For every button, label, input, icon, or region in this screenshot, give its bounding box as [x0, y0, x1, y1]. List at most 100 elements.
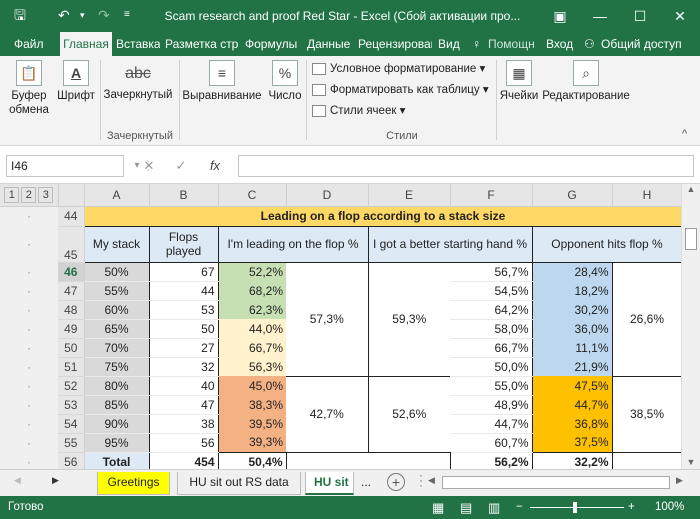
tab-data[interactable]: Данные: [307, 32, 353, 56]
cell-my-stack[interactable]: 90%: [83, 414, 150, 434]
sheet-tab-hu-sit-out[interactable]: HU sit out RS data: [177, 472, 301, 495]
cell-leading[interactable]: 39,5%: [218, 414, 286, 433]
cell-my-stack[interactable]: 70%: [83, 338, 150, 358]
cell-my-stack[interactable]: 55%: [83, 281, 150, 301]
cell-better-hand[interactable]: 64,2%: [450, 300, 533, 320]
cells-button[interactable]: ▦ Ячейки: [498, 60, 540, 103]
cell-styles-button[interactable]: Стили ячеек ▾: [312, 102, 405, 120]
col-header-f[interactable]: F: [450, 184, 533, 207]
cell-leading[interactable]: 44,0%: [218, 319, 286, 338]
tab-formulas[interactable]: Формулы: [245, 32, 301, 56]
maximize-button[interactable]: ☐: [620, 0, 660, 32]
formula-input[interactable]: [238, 155, 694, 177]
cell-leading-avg[interactable]: 57,3%: [286, 262, 369, 377]
sheet-tab-greetings[interactable]: Greetings: [97, 472, 170, 495]
col-header-c[interactable]: C: [218, 184, 287, 207]
cell-leading-avg[interactable]: 42,7%: [286, 376, 369, 453]
zoom-slider[interactable]: [530, 507, 624, 508]
row-header[interactable]: 50: [58, 338, 85, 358]
minimize-button[interactable]: —: [580, 0, 620, 32]
cell-flops-played[interactable]: 32: [149, 357, 219, 377]
cell-flops-played[interactable]: 44: [149, 281, 219, 301]
zoom-in-icon[interactable]: +: [628, 496, 635, 519]
conditional-formatting-button[interactable]: Условное форматирование ▾: [312, 60, 485, 78]
col-header-b[interactable]: B: [149, 184, 219, 207]
cell-opponent-hits[interactable]: 30,2%: [532, 300, 612, 319]
zoom-slider-thumb[interactable]: [573, 502, 577, 513]
tab-file[interactable]: Файл: [14, 32, 48, 56]
cell-flops-played[interactable]: 53: [149, 300, 219, 320]
cell-my-stack[interactable]: 75%: [83, 357, 150, 377]
close-button[interactable]: ✕: [660, 0, 700, 32]
clipboard-button[interactable]: 📋 Буфер обмена: [6, 60, 52, 117]
tab-splitter-icon[interactable]: ⋮: [414, 472, 428, 489]
cell-better-hand[interactable]: 55,0%: [450, 376, 533, 396]
scroll-thumb[interactable]: [685, 228, 697, 250]
cell-leading[interactable]: 66,7%: [218, 338, 286, 357]
row-header[interactable]: 54: [58, 414, 85, 434]
tab-review[interactable]: Рецензирован: [358, 32, 432, 56]
cell-flops-played[interactable]: 50: [149, 319, 219, 339]
undo-dropdown-icon[interactable]: ▾: [80, 6, 85, 24]
cell-leading[interactable]: 38,3%: [218, 395, 286, 414]
next-sheet-icon[interactable]: ▶: [52, 475, 59, 486]
cell-opponent-hits[interactable]: 36,0%: [532, 319, 612, 338]
row-header[interactable]: 46: [58, 262, 85, 282]
insert-function-icon[interactable]: fx: [204, 155, 226, 177]
cell-leading[interactable]: 68,2%: [218, 281, 286, 300]
scroll-up-icon[interactable]: ▲: [682, 184, 700, 194]
cell-my-stack[interactable]: 60%: [83, 300, 150, 320]
cell-opponent-hits[interactable]: 36,8%: [532, 414, 612, 433]
number-button[interactable]: % Число: [266, 60, 304, 103]
cancel-icon[interactable]: ✕: [138, 155, 160, 177]
collapse-ribbon-icon[interactable]: ^: [682, 128, 687, 140]
cell-my-stack[interactable]: 65%: [83, 319, 150, 339]
cell-leading[interactable]: 45,0%: [218, 376, 286, 395]
share-button[interactable]: Общий доступ: [601, 32, 697, 56]
save-icon[interactable]: 🖫: [14, 6, 26, 24]
tab-home[interactable]: Главная: [60, 32, 112, 56]
page-break-view-icon[interactable]: ▥: [488, 496, 500, 519]
col-header-a[interactable]: A: [84, 184, 150, 207]
sign-in-link[interactable]: Вход: [546, 32, 576, 56]
header-flops-played[interactable]: Flops played: [149, 226, 219, 263]
cell-flops-played[interactable]: 67: [149, 262, 219, 282]
outline-level-2[interactable]: 2: [21, 186, 37, 203]
cell-opponent-avg[interactable]: 26,6%: [611, 262, 683, 377]
customize-toolbar-icon[interactable]: ≡: [124, 6, 130, 24]
alignment-button[interactable]: ≡ Выравнивание: [182, 60, 262, 103]
outline-level-3[interactable]: 3: [38, 186, 54, 203]
cell-opponent-hits[interactable]: 11,1%: [532, 338, 612, 357]
cell-my-stack[interactable]: 80%: [83, 376, 150, 396]
col-header-h[interactable]: H: [612, 184, 683, 207]
col-header-g[interactable]: G: [532, 184, 613, 207]
cell-better-hand-avg[interactable]: 52,6%: [368, 376, 450, 453]
prev-sheet-icon[interactable]: ◀: [14, 475, 21, 486]
undo-icon[interactable]: ↶: [58, 6, 70, 24]
more-sheets[interactable]: ...: [355, 472, 377, 495]
select-all-corner[interactable]: [58, 184, 85, 207]
strikethrough-button[interactable]: abc Зачеркнутый: [102, 60, 174, 102]
col-header-d[interactable]: D: [286, 184, 369, 207]
cell-better-hand[interactable]: 56,7%: [450, 262, 533, 282]
cell-better-hand[interactable]: 58,0%: [450, 319, 533, 339]
row-header[interactable]: 48: [58, 300, 85, 320]
cell-flops-played[interactable]: 27: [149, 338, 219, 358]
page-layout-view-icon[interactable]: ▤: [460, 496, 472, 519]
outline-level-1[interactable]: 1: [4, 186, 20, 203]
cell-better-hand[interactable]: 50,0%: [450, 357, 533, 377]
cell-better-hand[interactable]: 54,5%: [450, 281, 533, 301]
cell-better-hand[interactable]: 60,7%: [450, 433, 533, 453]
cell-leading[interactable]: 52,2%: [218, 262, 286, 281]
cell-better-hand-avg[interactable]: 59,3%: [368, 262, 450, 377]
cell-better-hand[interactable]: 44,7%: [450, 414, 533, 434]
enter-icon[interactable]: ✓: [170, 155, 192, 177]
tell-me-input[interactable]: Помощн: [488, 32, 540, 56]
name-box[interactable]: I46: [6, 155, 124, 177]
cell-opponent-hits[interactable]: 21,9%: [532, 357, 612, 376]
tab-page-layout[interactable]: Разметка стра: [165, 32, 239, 56]
cell-opponent-avg[interactable]: 38,5%: [611, 376, 683, 453]
cell-my-stack[interactable]: 95%: [83, 433, 150, 453]
cell-leading[interactable]: 62,3%: [218, 300, 286, 319]
cell-leading[interactable]: 39,3%: [218, 433, 286, 452]
